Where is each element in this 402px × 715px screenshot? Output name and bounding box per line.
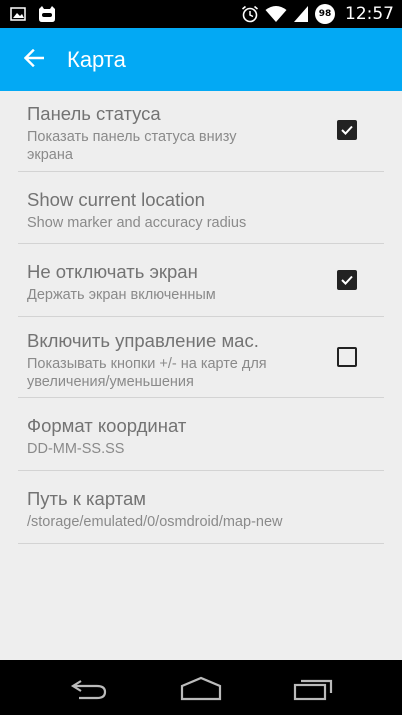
setting-map-path[interactable]: Путь к картам /storage/emulated/0/osmdro… bbox=[18, 471, 384, 544]
status-panel-checkbox[interactable] bbox=[337, 120, 357, 140]
setting-title: Не отключать экран bbox=[27, 261, 198, 282]
signal-icon bbox=[293, 5, 309, 23]
setting-summary: DD-MM-SS.SS bbox=[27, 441, 125, 457]
arrow-back-icon bbox=[23, 48, 45, 71]
check-icon bbox=[341, 125, 353, 135]
back-nav-icon bbox=[70, 680, 107, 700]
wifi-icon bbox=[265, 5, 287, 23]
setting-summary: Показать панель статуса внизу экрана bbox=[27, 129, 237, 163]
setting-zoom-controls[interactable]: Включить управление мас. Показывать кноп… bbox=[18, 317, 384, 398]
app-bar: Карта bbox=[0, 28, 402, 91]
keep-screen-on-checkbox[interactable] bbox=[337, 270, 357, 290]
setting-summary: Show marker and accuracy radius bbox=[27, 215, 247, 231]
alarm-icon bbox=[241, 5, 259, 23]
setting-coordinate-format[interactable]: Формат координат DD-MM-SS.SS bbox=[18, 398, 384, 471]
battery-icon: 98 bbox=[315, 4, 335, 24]
setting-keep-screen-on[interactable]: Не отключать экран Держать экран включен… bbox=[18, 244, 384, 317]
setting-status-panel[interactable]: Панель статуса Показать панель статуса в… bbox=[18, 91, 384, 172]
image-icon bbox=[10, 7, 26, 21]
back-button[interactable] bbox=[16, 42, 52, 78]
zoom-controls-checkbox[interactable] bbox=[337, 347, 357, 367]
home-nav-icon bbox=[180, 676, 222, 701]
recents-nav-icon bbox=[293, 679, 333, 701]
nav-back-button[interactable] bbox=[66, 674, 112, 704]
setting-title: Путь к картам bbox=[27, 488, 146, 509]
nav-recents-button[interactable] bbox=[290, 674, 336, 704]
setting-title: Формат координат bbox=[27, 415, 187, 436]
cyanogen-icon bbox=[36, 5, 58, 23]
setting-title: Панель статуса bbox=[27, 103, 161, 124]
nav-home-button[interactable] bbox=[177, 674, 225, 704]
status-bar: 98 12:57 bbox=[0, 0, 402, 28]
navigation-bar bbox=[0, 660, 402, 715]
setting-summary: Держать экран включенным bbox=[27, 287, 216, 303]
clock: 12:57 bbox=[345, 4, 394, 24]
setting-title: Show current location bbox=[27, 189, 205, 210]
check-icon bbox=[341, 275, 353, 285]
setting-summary: Показывать кнопки +/- на карте для увели… bbox=[27, 356, 267, 390]
setting-show-location[interactable]: Show current location Show marker and ac… bbox=[18, 172, 384, 244]
page-title: Карта bbox=[67, 46, 126, 72]
setting-summary: /storage/emulated/0/osmdroid/map-new bbox=[27, 514, 283, 530]
setting-title: Включить управление мас. bbox=[27, 330, 259, 351]
settings-list: Панель статуса Показать панель статуса в… bbox=[18, 91, 384, 544]
